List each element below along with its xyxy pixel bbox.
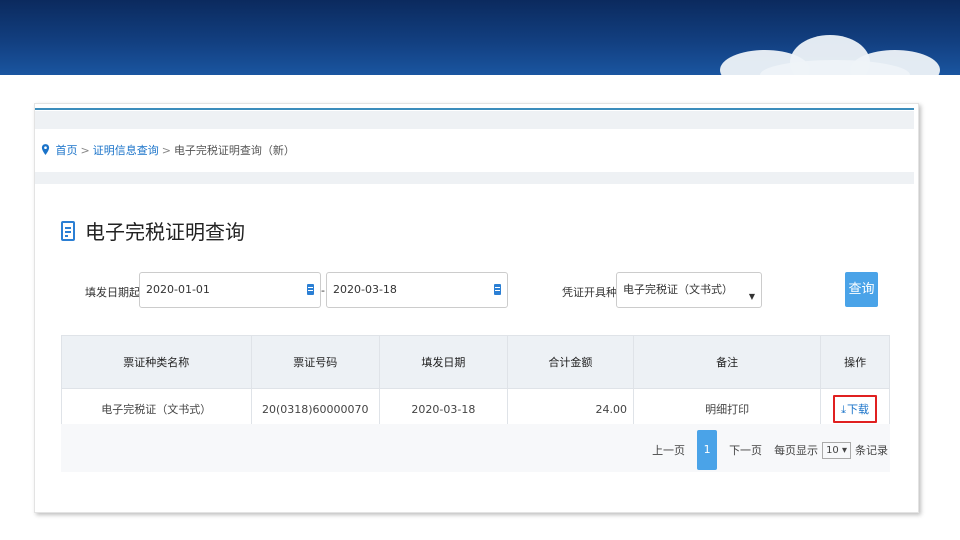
breadcrumb-home[interactable]: 首页 xyxy=(56,144,78,157)
pagination: 上一页 1 下一页 每页显示 10 ▾ 条记录 xyxy=(646,430,888,470)
per-page-select[interactable]: 10 ▾ xyxy=(822,441,851,459)
document-icon xyxy=(61,220,75,241)
main-panel: 首页 > 证明信息查询 > 电子完税证明查询（新） 电子完税证明查询 填发日期起止： 2… xyxy=(34,103,919,513)
table-header-row: 票证种类名称 票证号码 填发日期 合计金额 备注 操作 xyxy=(61,335,890,389)
start-date-input[interactable]: 2020-01-01 xyxy=(139,272,321,308)
download-icon: ⤓ xyxy=(841,403,847,416)
map-pin-icon xyxy=(41,144,50,155)
voucher-type-select[interactable]: 电子完税证（文书式） ▼ xyxy=(616,272,762,308)
column-header: 填发日期 xyxy=(378,335,508,389)
page-title: 电子完税证明查询 xyxy=(61,216,245,245)
top-strip xyxy=(35,111,914,129)
end-date-value: 2020-03-18 xyxy=(333,283,397,296)
breadcrumb-separator: > xyxy=(161,144,171,157)
records-unit-label: 条记录 xyxy=(855,444,888,457)
column-header: 操作 xyxy=(820,335,890,389)
voucher-type-value: 电子完税证（文书式） xyxy=(623,283,733,296)
breadcrumb-current: 电子完税证明查询（新） xyxy=(173,144,295,157)
page-1-button[interactable]: 1 xyxy=(697,430,718,470)
calendar-icon[interactable] xyxy=(494,284,501,295)
divider-strip xyxy=(35,172,914,184)
breadcrumb: 首页 > 证明信息查询 > 电子完税证明查询（新） xyxy=(41,142,295,158)
prev-page-button[interactable]: 上一页 xyxy=(652,442,685,458)
column-header: 票证号码 xyxy=(250,335,380,389)
download-label: 下载 xyxy=(847,403,870,416)
date-range-dash: - xyxy=(321,284,325,297)
breadcrumb-certificate-query[interactable]: 证明信息查询 xyxy=(93,144,159,157)
per-page-label: 每页显示 xyxy=(774,444,819,457)
column-header: 备注 xyxy=(632,335,822,389)
header-banner xyxy=(0,0,960,75)
calendar-icon[interactable] xyxy=(307,284,314,295)
chevron-down-icon: ▼ xyxy=(748,292,755,301)
next-page-button[interactable]: 下一页 xyxy=(729,442,762,458)
page-title-text: 电子完税证明查询 xyxy=(85,220,245,244)
results-table: 票证种类名称 票证号码 填发日期 合计金额 备注 操作 电子完税证（文书式） 2… xyxy=(61,335,890,430)
column-header: 合计金额 xyxy=(506,335,634,389)
query-button[interactable]: 查询 xyxy=(845,272,878,307)
end-date-input[interactable]: 2020-03-18 xyxy=(326,272,508,308)
top-accent-line xyxy=(35,108,914,110)
start-date-value: 2020-01-01 xyxy=(146,283,210,296)
column-header: 票证种类名称 xyxy=(61,335,252,389)
breadcrumb-separator: > xyxy=(80,144,90,157)
download-button[interactable]: ⤓下载 xyxy=(833,395,878,423)
